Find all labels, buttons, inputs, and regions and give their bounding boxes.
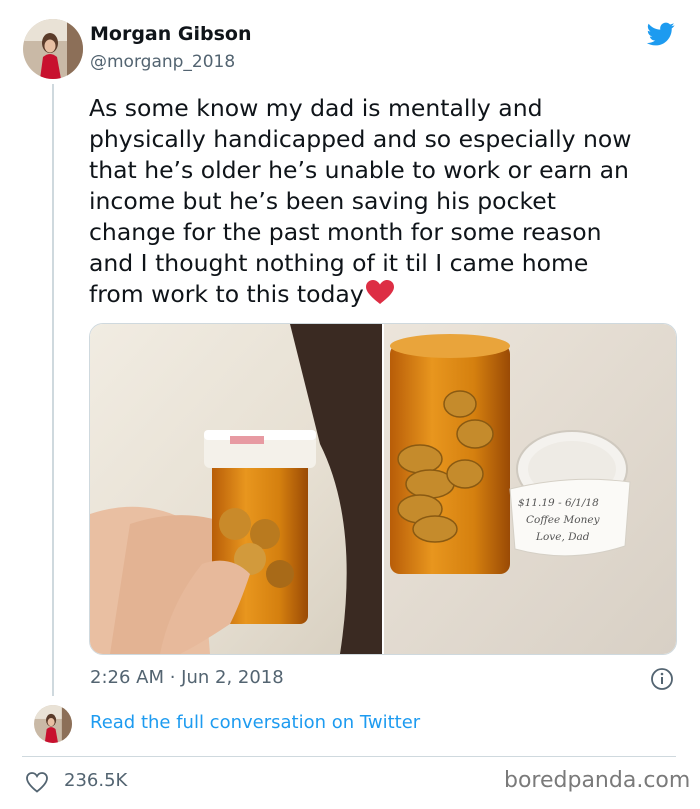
tweet-text-line: income but he’s been saving his pocket (89, 187, 556, 215)
tweet-text-line: from work to this today (89, 280, 364, 308)
thread-connector-line (52, 84, 54, 696)
note-line-message: Coffee Money (526, 514, 601, 526)
author-handle[interactable]: @morganp_2018 (90, 52, 235, 72)
tweet-text-line: and I thought nothing of it til I came h… (89, 249, 589, 277)
tweet-text: As some know my dad is mentally and phys… (89, 93, 689, 310)
author-avatar[interactable] (23, 19, 83, 79)
read-conversation-link[interactable]: Read the full conversation on Twitter (90, 712, 420, 733)
tweet-text-line: As some know my dad is mentally and (89, 94, 543, 122)
tweet-text-last-line: from work to this today (89, 279, 689, 310)
author-name[interactable]: Morgan Gibson (90, 23, 252, 45)
tweet-media[interactable]: $11.19 - 6/1/18 Coffee Money Love, Dad (89, 323, 677, 655)
watermark: boredpanda.com (504, 768, 691, 793)
photo-left[interactable] (90, 324, 382, 654)
heart-outline-icon[interactable] (25, 771, 49, 793)
info-icon[interactable] (650, 667, 674, 691)
photo-right[interactable]: $11.19 - 6/1/18 Coffee Money Love, Dad (384, 324, 676, 654)
tweet-text-line: physically handicapped and so especially… (89, 125, 632, 153)
like-count[interactable]: 236.5K (64, 770, 127, 791)
tweet-text-line: change for the past month for some reaso… (89, 218, 602, 246)
reply-avatar[interactable] (34, 705, 72, 743)
footer-divider (22, 756, 676, 757)
twitter-bird-icon[interactable] (645, 20, 677, 48)
note-line-signature: Love, Dad (535, 531, 590, 543)
tweet-text-line: that he’s older he’s unable to work or e… (89, 156, 629, 184)
note-line-amount: $11.19 - 6/1/18 (518, 497, 599, 509)
tweet-timestamp[interactable]: 2:26 AM · Jun 2, 2018 (90, 667, 284, 688)
red-heart-emoji-icon (365, 280, 394, 304)
